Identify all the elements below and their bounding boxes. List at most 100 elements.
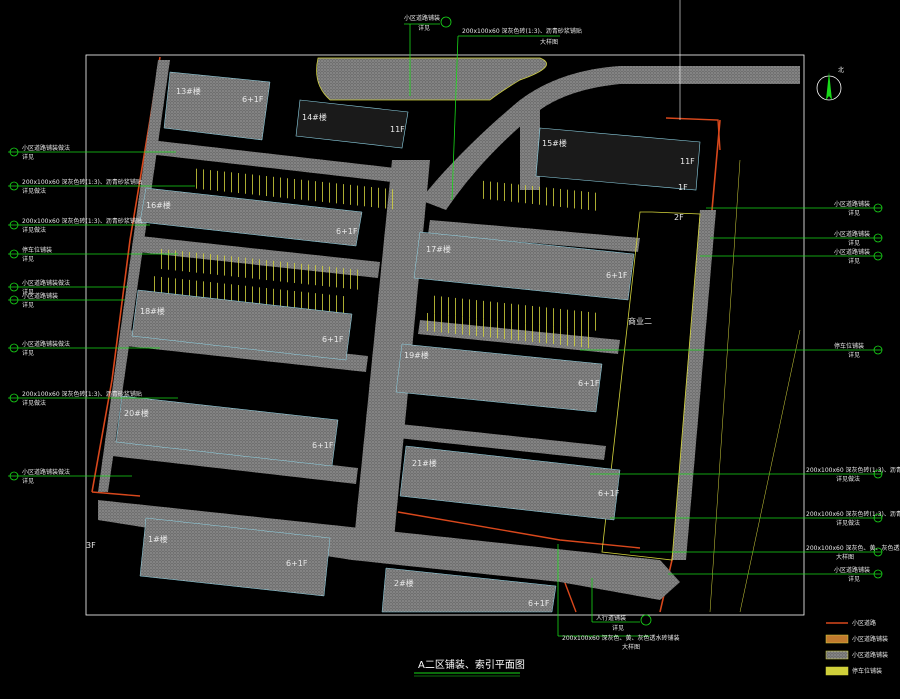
callout-sub: 详见 bbox=[22, 349, 34, 357]
callout-right-2: 小区道路铺装详见 bbox=[710, 230, 883, 247]
building-floors: 6+1F bbox=[336, 227, 358, 236]
callout-sub: 详见 bbox=[848, 257, 860, 265]
callout-text: 200x100x60 深灰色砖(1:3)、沥青砂浆铺贴 bbox=[806, 510, 900, 518]
building-label: 19#楼 bbox=[404, 350, 429, 360]
building-floors: 6+1F bbox=[578, 379, 600, 388]
building-label: 21#楼 bbox=[412, 458, 437, 468]
callout-right-5: 200x100x60 深灰色砖(1:3)、沥青砂浆铺贴详见做法 bbox=[590, 466, 900, 483]
callout-sub: 详见 bbox=[848, 239, 860, 247]
building-floors: 6+1F bbox=[286, 559, 308, 568]
legend-item-1: 小区道路 bbox=[826, 619, 876, 627]
callout-text: 停车位铺装 bbox=[22, 246, 52, 254]
callout-text: 200x100x60 深灰色、黄、灰色透水砖铺装 bbox=[562, 634, 680, 642]
building-floors: 11F bbox=[390, 125, 405, 134]
callout-text: 人行道铺装 bbox=[596, 614, 626, 622]
callout-sub: 详见做法 bbox=[22, 187, 46, 195]
callout-text: 小区道路铺装 bbox=[404, 14, 440, 22]
callout-sub: 大样图 bbox=[622, 643, 640, 651]
commercial-label: 商业二 bbox=[628, 316, 652, 326]
floor-label: 1F bbox=[678, 183, 688, 192]
north-label: 北 bbox=[838, 66, 844, 74]
callout-sub: 详见 bbox=[848, 351, 860, 359]
callout-left-9: 小区道路铺装做法详见 bbox=[8, 468, 132, 485]
building-label: 17#楼 bbox=[426, 244, 451, 254]
road-east-edge bbox=[520, 100, 540, 190]
building-15: 15#楼 11F 1F bbox=[535, 127, 701, 192]
building-label: 20#楼 bbox=[124, 408, 149, 418]
callout-text: 200x100x60 深灰色砖(1:3)、沥青砂浆铺贴 bbox=[22, 178, 142, 186]
legend: 小区道路小区道路铺装小区道路铺装停车位铺装 bbox=[825, 619, 888, 676]
road-east-side bbox=[672, 210, 716, 560]
callout-sub: 详见 bbox=[22, 153, 34, 161]
building-19: 19#楼 6+1F bbox=[395, 343, 603, 413]
callout-text: 小区道路铺装 bbox=[834, 230, 870, 238]
site-plan-drawing: 13#楼 6+1F 14#楼 11F 15#楼 11F 1F 16#楼 6+1F… bbox=[8, 0, 900, 677]
callout-sub: 详见 bbox=[848, 575, 860, 583]
building-floors: 6+1F bbox=[242, 95, 264, 104]
callout-right-6: 200x100x60 深灰色砖(1:3)、沥青砂浆铺贴详见做法 bbox=[610, 510, 900, 527]
callout-text: 200x100x60 深灰色砖(1:3)、沥青砂浆铺贴 bbox=[22, 217, 142, 225]
callout-right-7: 200x100x60 深灰色、黄、灰色透水砖铺装大样图 bbox=[630, 544, 900, 561]
callout-text: 小区道路铺装 bbox=[834, 200, 870, 208]
legend-item-3: 小区道路铺装 bbox=[825, 650, 888, 660]
callout-sub: 大样图 bbox=[540, 38, 558, 46]
callout-text: 小区道路铺装 bbox=[834, 248, 870, 256]
building-floors: 6+1F bbox=[528, 599, 550, 608]
callout-text: 小区道路铺装做法 bbox=[22, 279, 70, 287]
legend-label: 小区道路 bbox=[852, 619, 876, 627]
callout-sub: 详见做法 bbox=[22, 399, 46, 407]
callout-sub: 详见 bbox=[612, 624, 624, 632]
callout-sub: 详见 bbox=[22, 255, 34, 263]
callout-text: 200x100x60 深灰色砖(1:3)、沥青砂浆铺贴 bbox=[462, 27, 582, 35]
callout-sub: 详见做法 bbox=[836, 519, 860, 527]
north-arrow: 北 bbox=[816, 66, 844, 101]
building-floors: 6+1F bbox=[322, 335, 344, 344]
building-floors: 6+1F bbox=[598, 489, 620, 498]
building-floors: 6+1F bbox=[312, 441, 334, 450]
callout-text: 200x100x60 深灰色、黄、灰色透水砖铺装 bbox=[806, 544, 900, 552]
diagonal-guide bbox=[709, 159, 741, 613]
callout-text: 200x100x60 深灰色砖(1:3)、沥青砂浆铺贴 bbox=[806, 466, 900, 474]
legend-item-2: 小区道路铺装 bbox=[825, 634, 888, 644]
callout-left-6: 小区道路铺装详见 bbox=[8, 292, 125, 309]
callout-text: 小区道路铺装做法 bbox=[22, 144, 70, 152]
drawing-title-block: A二区铺装、索引平面图 bbox=[414, 658, 525, 677]
callout-text: 小区道路铺装做法 bbox=[22, 340, 70, 348]
building-label: 13#楼 bbox=[176, 86, 201, 96]
callout-sub: 详见 bbox=[418, 24, 430, 32]
legend-label: 小区道路铺装 bbox=[852, 635, 888, 643]
callout-text: 200x100x60 深灰色砖(1:3)、沥青砂浆铺贴 bbox=[22, 390, 142, 398]
floor-label: 3F bbox=[86, 541, 96, 550]
callout-sub: 大样图 bbox=[836, 553, 854, 561]
building-label: 18#楼 bbox=[140, 306, 165, 316]
callout-sub: 详见 bbox=[22, 477, 34, 485]
callout-right-8: 小区道路铺装详见 bbox=[668, 566, 883, 583]
building-14: 14#楼 11F bbox=[295, 99, 409, 149]
site-boundary-bottom-left bbox=[91, 491, 141, 497]
building-label: 15#楼 bbox=[542, 138, 567, 148]
entrance-plaza bbox=[316, 57, 547, 101]
building-floors: 6+1F bbox=[606, 271, 628, 280]
building-label: 16#楼 bbox=[146, 200, 171, 210]
legend-item-4: 停车位铺装 bbox=[825, 666, 882, 676]
building-13: 13#楼 6+1F bbox=[163, 71, 271, 141]
callout-sub: 详见 bbox=[848, 209, 860, 217]
building-floors: 11F bbox=[680, 157, 695, 166]
callout-text: 小区道路铺装 bbox=[834, 566, 870, 574]
building-label: 14#楼 bbox=[302, 112, 327, 122]
diagonal-guide bbox=[739, 329, 801, 613]
building-label: 2#楼 bbox=[394, 578, 414, 588]
callout-text: 小区道路铺装 bbox=[22, 292, 58, 300]
floor-label: 2F bbox=[674, 213, 684, 222]
callout-left-3: 200x100x60 深灰色砖(1:3)、沥青砂浆铺贴详见做法 bbox=[8, 217, 150, 234]
callout-sub: 详见 bbox=[22, 301, 34, 309]
legend-label: 停车位铺装 bbox=[852, 667, 882, 675]
callout-right-3: 小区道路铺装详见 bbox=[700, 248, 883, 265]
drawing-title: A二区铺装、索引平面图 bbox=[418, 658, 525, 671]
callout-right-1: 小区道路铺装详见 bbox=[706, 200, 883, 217]
callout-sub: 详见做法 bbox=[836, 475, 860, 483]
legend-label: 小区道路铺装 bbox=[852, 651, 888, 659]
callout-text: 小区道路铺装做法 bbox=[22, 468, 70, 476]
callout-sub: 详见做法 bbox=[22, 226, 46, 234]
road-row-1 bbox=[148, 140, 395, 182]
